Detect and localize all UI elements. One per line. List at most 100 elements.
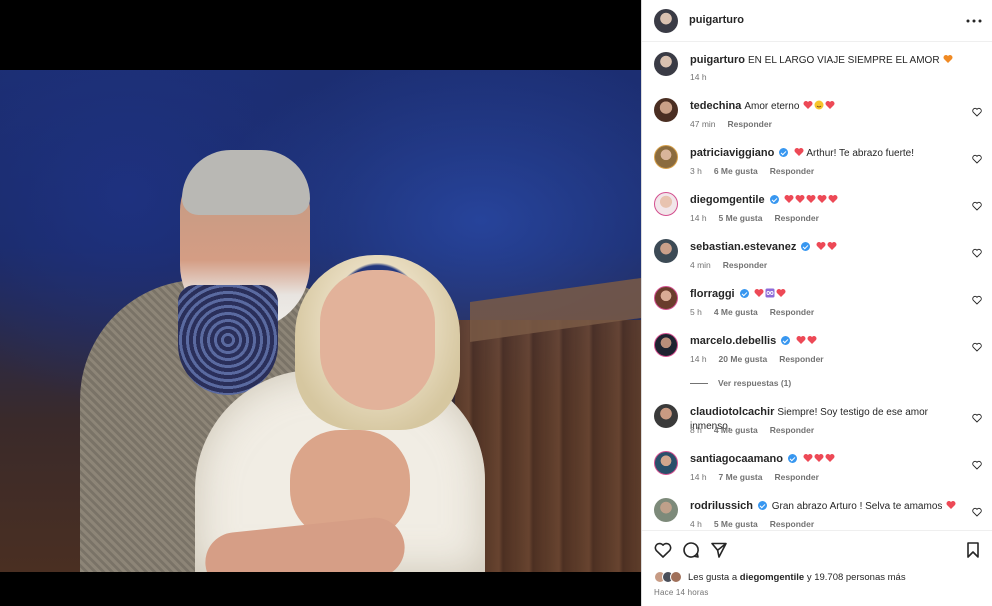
like-heart-icon[interactable] (654, 541, 672, 559)
heart-emoji-icon (816, 242, 826, 250)
verified-badge-icon (801, 242, 811, 251)
author-username[interactable]: puigarturo (689, 14, 744, 26)
reply-button[interactable]: Responder (770, 519, 814, 529)
reply-button[interactable]: Responder (770, 307, 814, 317)
comment-username[interactable]: florraggi (690, 288, 735, 300)
face-emoji-icon (814, 100, 824, 110)
like-comment-icon[interactable] (972, 201, 982, 211)
verified-badge-icon (757, 501, 767, 510)
heart-emoji-icon (817, 195, 827, 203)
commenter-avatar[interactable] (654, 404, 678, 428)
commenter-avatar[interactable] (654, 286, 678, 310)
commenter-avatar[interactable] (654, 239, 678, 263)
man-hair (182, 150, 310, 215)
caption-time: 14 h (690, 72, 707, 82)
commenter-avatar[interactable] (654, 333, 678, 357)
likes-prefix: Les gusta a (688, 571, 738, 583)
commenter-avatar[interactable] (654, 98, 678, 122)
post-modal: puigarturo puigarturo EN EL LARGO VIAJE S… (0, 0, 992, 606)
comment-username[interactable]: sebastian.estevanez (690, 241, 796, 253)
likes-summary[interactable]: Les gusta a diegomgentile y 19.708 perso… (654, 571, 906, 583)
woman-head (320, 270, 435, 410)
comment-text: Arthur! Te abrazo fuerte! (806, 148, 915, 159)
reply-button[interactable]: Responder (774, 472, 818, 482)
replies-divider (690, 382, 708, 384)
post-actions: Les gusta a diegomgentile y 19.708 perso… (642, 530, 992, 606)
reply-button[interactable]: Responder (770, 425, 814, 435)
comment-likes[interactable]: 5 Me gusta (719, 213, 763, 223)
view-replies-button[interactable]: Ver respuestas (1) (690, 378, 791, 388)
comment-username[interactable]: diegomgentile (690, 194, 765, 206)
reply-button[interactable]: Responder (774, 213, 818, 223)
caption-username[interactable]: puigarturo (690, 54, 745, 66)
comment-likes[interactable]: 20 Me gusta (719, 354, 768, 364)
heart-emoji-icon (825, 101, 835, 109)
comment-username[interactable]: claudiotolcachir (690, 406, 774, 418)
commenter-avatar[interactable] (654, 145, 678, 169)
heart-emoji-icon (828, 195, 838, 203)
share-send-icon[interactable] (710, 541, 728, 559)
comment-time: 47 min (690, 119, 716, 129)
likes-user[interactable]: diegomgentile (740, 572, 804, 583)
reply-button[interactable]: Responder (723, 260, 767, 270)
comments-list[interactable]: puigarturo EN EL LARGO VIAJE SIEMPRE EL A… (642, 42, 992, 530)
like-comment-icon[interactable] (972, 413, 982, 423)
comment-username[interactable]: rodrilussich (690, 500, 753, 512)
post-panel: puigarturo puigarturo EN EL LARGO VIAJE S… (641, 0, 992, 606)
scarf (178, 285, 278, 395)
reply-button[interactable]: Responder (779, 354, 823, 364)
author-avatar[interactable] (654, 52, 678, 76)
like-comment-icon[interactable] (972, 107, 982, 117)
comment-likes[interactable]: 4 Me gusta (714, 425, 758, 435)
likes-suffix[interactable]: y 19.708 personas más (807, 572, 906, 583)
heart-emoji-icon (806, 195, 816, 203)
like-comment-icon[interactable] (972, 295, 982, 305)
verified-badge-icon (781, 336, 791, 345)
comment-likes[interactable]: 5 Me gusta (714, 519, 758, 529)
reply-button[interactable]: Responder (770, 166, 814, 176)
caption-text: EN EL LARGO VIAJE SIEMPRE EL AMOR (748, 55, 940, 66)
verified-badge-icon (779, 148, 789, 157)
more-options-icon[interactable] (965, 12, 983, 30)
comment-username[interactable]: santiagocaamano (690, 453, 783, 465)
view-replies-label[interactable]: Ver respuestas (1) (718, 378, 791, 388)
infinity-emoji-icon (765, 288, 775, 298)
comment-time: 14 h (690, 472, 707, 482)
comment-emojis (802, 454, 835, 465)
comment-time: 5 h (690, 307, 702, 317)
like-comment-icon[interactable] (972, 507, 982, 517)
reply-button[interactable]: Responder (728, 119, 772, 129)
heart-emoji-icon (807, 336, 817, 344)
comment-likes[interactable]: 6 Me gusta (714, 166, 758, 176)
liker-avatars (654, 571, 682, 583)
commenter-avatar[interactable] (654, 498, 678, 522)
comment-time: 4 min (690, 260, 711, 270)
comment-username[interactable]: patriciaviggiano (690, 147, 774, 159)
verified-badge-icon (769, 195, 779, 204)
comment-bubble-icon[interactable] (682, 541, 700, 559)
post-timestamp: Hace 14 horas (654, 588, 709, 597)
save-bookmark-icon[interactable] (964, 541, 982, 559)
comment-time: 14 h (690, 213, 707, 223)
author-avatar[interactable] (654, 9, 678, 33)
commenter-avatar[interactable] (654, 192, 678, 216)
comment-likes[interactable]: 7 Me gusta (719, 472, 763, 482)
heart-emoji-icon (784, 195, 794, 203)
like-comment-icon[interactable] (972, 248, 982, 258)
comment-username[interactable]: marcelo.debellis (690, 335, 776, 347)
comment-emojis (753, 288, 786, 300)
comment-emojis (945, 501, 956, 512)
post-media (0, 0, 641, 606)
verified-badge-icon (787, 454, 797, 463)
like-comment-icon[interactable] (972, 342, 982, 352)
comment-likes[interactable]: 4 Me gusta (714, 307, 758, 317)
comment-emojis (783, 195, 838, 206)
like-comment-icon[interactable] (972, 460, 982, 470)
commenter-avatar[interactable] (654, 451, 678, 475)
post-photo[interactable] (0, 70, 641, 572)
comment-username[interactable]: tedechina (690, 100, 741, 112)
heart-emoji-icon (803, 454, 813, 462)
comment-time: 8 h (690, 425, 702, 435)
comment-emojis (802, 100, 835, 112)
like-comment-icon[interactable] (972, 154, 982, 164)
